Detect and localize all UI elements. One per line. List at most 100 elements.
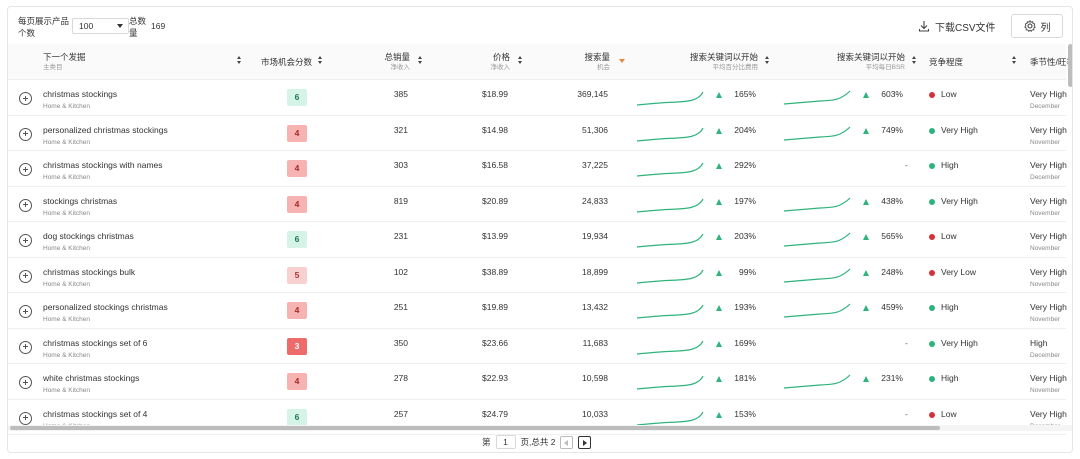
sort-icon[interactable] xyxy=(418,56,423,65)
price-value: $24.79 xyxy=(482,408,508,419)
header-trend2-sub: 平均每日BSR xyxy=(865,64,905,71)
trend1-percent: 292% xyxy=(734,160,756,170)
competition-level: High xyxy=(941,160,959,170)
trend2-sparkline xyxy=(783,90,851,105)
expand-row-icon[interactable] xyxy=(19,411,32,425)
competition-dot-icon xyxy=(929,198,935,205)
trend2-percent: 248% xyxy=(881,266,903,277)
trend2-percent: 565% xyxy=(881,231,903,241)
header-seasonality[interactable]: 季节性/旺季 xyxy=(1030,57,1073,68)
keyword[interactable]: white christmas stockings xyxy=(43,373,139,383)
opportunity-score-badge: 6 xyxy=(287,89,307,106)
expand-row-icon[interactable] xyxy=(19,163,32,176)
header-trend-2[interactable]: 搜索关键词以开始 平均每日BSR xyxy=(813,52,905,73)
trend1-percent: 169% xyxy=(734,337,756,348)
search-volume-value: 10,033 xyxy=(582,408,608,419)
download-csv-button[interactable]: 下载CSV文件 xyxy=(918,17,996,35)
table-row[interactable]: christmas stockings Home & Kitchen 6 385… xyxy=(8,80,1067,116)
header-price-sub: 净收入 xyxy=(490,64,511,71)
category: Home & Kitchen xyxy=(43,316,90,323)
opportunity-score-badge: 4 xyxy=(287,160,307,177)
category: Home & Kitchen xyxy=(43,174,90,181)
seasonality-level: Very High xyxy=(1030,89,1067,99)
expand-row-icon[interactable] xyxy=(19,269,32,283)
peak-month: November xyxy=(1030,138,1060,146)
table-row[interactable]: christmas stockings set of 6 Home & Kitc… xyxy=(8,329,1066,364)
header-search-volume[interactable]: 搜索量 机会 xyxy=(568,52,610,73)
header-seasonality-label: 季节性/旺季 xyxy=(1030,57,1073,67)
trend2-sparkline xyxy=(783,232,851,247)
expand-row-icon[interactable] xyxy=(19,198,32,212)
competition-level: Very High xyxy=(941,124,978,135)
keyword[interactable]: stockings christmas xyxy=(43,196,117,206)
trend2-sparkline xyxy=(783,197,851,212)
next-page-button[interactable] xyxy=(578,435,592,449)
search-volume-value: 18,899 xyxy=(582,266,608,277)
sort-desc-icon[interactable] xyxy=(619,59,625,63)
page-number-input[interactable]: 1 xyxy=(495,435,516,449)
keyword[interactable]: personalized christmas stockings xyxy=(43,125,168,135)
expand-row-icon[interactable] xyxy=(19,92,32,105)
trend2-percent: 749% xyxy=(881,124,903,135)
expand-row-icon[interactable] xyxy=(19,340,32,354)
price-value: $38.89 xyxy=(482,266,508,277)
sort-icon[interactable] xyxy=(318,56,323,65)
keyword[interactable]: personalized stockings christmas xyxy=(43,302,168,312)
search-volume-value: 10,598 xyxy=(582,373,608,383)
opportunity-score-badge: 4 xyxy=(287,124,307,142)
table-header: 下一个发掘 主类目 市场机会分数 总销量 净收入 价格 净收入 搜索量 机会 搜… xyxy=(8,44,1072,80)
peak-month: November xyxy=(1030,387,1060,394)
sort-icon[interactable] xyxy=(912,56,917,65)
columns-button[interactable]: 列 xyxy=(1011,14,1063,38)
category: Home & Kitchen xyxy=(43,103,90,110)
header-sales[interactable]: 总销量 净收入 xyxy=(368,52,410,73)
header-sales-label: 总销量 xyxy=(384,52,410,62)
table-row[interactable]: dog stockings christmas Home & Kitchen 6… xyxy=(8,222,1067,258)
trend1-sparkline xyxy=(636,127,704,142)
competition-dot-icon xyxy=(929,305,935,311)
header-keyword[interactable]: 下一个发掘 主类目 xyxy=(43,52,86,73)
prev-page-button[interactable] xyxy=(560,435,574,449)
trend1-sparkline xyxy=(636,340,704,355)
competition-level: Very High xyxy=(941,195,978,206)
keyword[interactable]: christmas stockings with names xyxy=(43,160,163,170)
header-score[interactable]: 市场机会分数 xyxy=(261,57,312,68)
expand-row-icon[interactable] xyxy=(19,234,32,247)
expand-row-icon[interactable] xyxy=(19,376,32,389)
table-row[interactable]: personalized christmas stockings Home & … xyxy=(8,116,1067,151)
trend2-percent: 438% xyxy=(881,195,903,206)
search-volume-value: 19,934 xyxy=(582,231,608,241)
peak-month: November xyxy=(1030,209,1060,217)
competition-dot-icon xyxy=(929,163,935,169)
sort-icon[interactable] xyxy=(518,56,523,65)
expand-row-icon[interactable] xyxy=(19,305,32,318)
per-page-select[interactable]: 100 xyxy=(72,18,129,34)
table-row[interactable]: white christmas stockings Home & Kitchen… xyxy=(8,364,1067,400)
sort-icon[interactable] xyxy=(1012,56,1017,65)
table-row[interactable]: stockings christmas Home & Kitchen 4 819… xyxy=(8,187,1067,222)
sort-icon[interactable] xyxy=(765,56,770,65)
header-competition[interactable]: 竞争程度 xyxy=(929,57,963,68)
header-price[interactable]: 价格 净收入 xyxy=(468,52,511,73)
keyword[interactable]: christmas stockings xyxy=(43,89,117,99)
sort-icon[interactable] xyxy=(237,56,242,65)
vertical-scrollbar[interactable] xyxy=(1068,44,1072,87)
horizontal-scrollbar[interactable] xyxy=(10,426,940,430)
trend1-sparkline xyxy=(636,233,704,248)
seasonality-level: Very High xyxy=(1030,408,1067,419)
table-row[interactable]: personalized stockings christmas Home & … xyxy=(8,293,1067,329)
seasonality-level: Very High xyxy=(1030,195,1067,206)
peak-month: November xyxy=(1030,245,1060,252)
header-search-label: 搜索量 xyxy=(584,52,610,62)
expand-row-icon[interactable] xyxy=(19,127,32,141)
keyword[interactable]: christmas stockings set of 6 xyxy=(43,338,147,348)
price-value: $22.93 xyxy=(482,373,508,383)
keyword[interactable]: dog stockings christmas xyxy=(43,231,134,241)
header-trend-1[interactable]: 搜索关键词以开始 平均百分比费用 xyxy=(668,52,758,73)
keyword[interactable]: christmas stockings bulk xyxy=(43,267,135,277)
search-volume-value: 13,432 xyxy=(582,302,608,312)
seasonality-level: Very High xyxy=(1030,231,1067,241)
table-row[interactable]: christmas stockings with names Home & Ki… xyxy=(8,151,1067,187)
keyword[interactable]: christmas stockings set of 4 xyxy=(43,409,147,419)
table-row[interactable]: christmas stockings bulk Home & Kitchen … xyxy=(8,258,1067,293)
